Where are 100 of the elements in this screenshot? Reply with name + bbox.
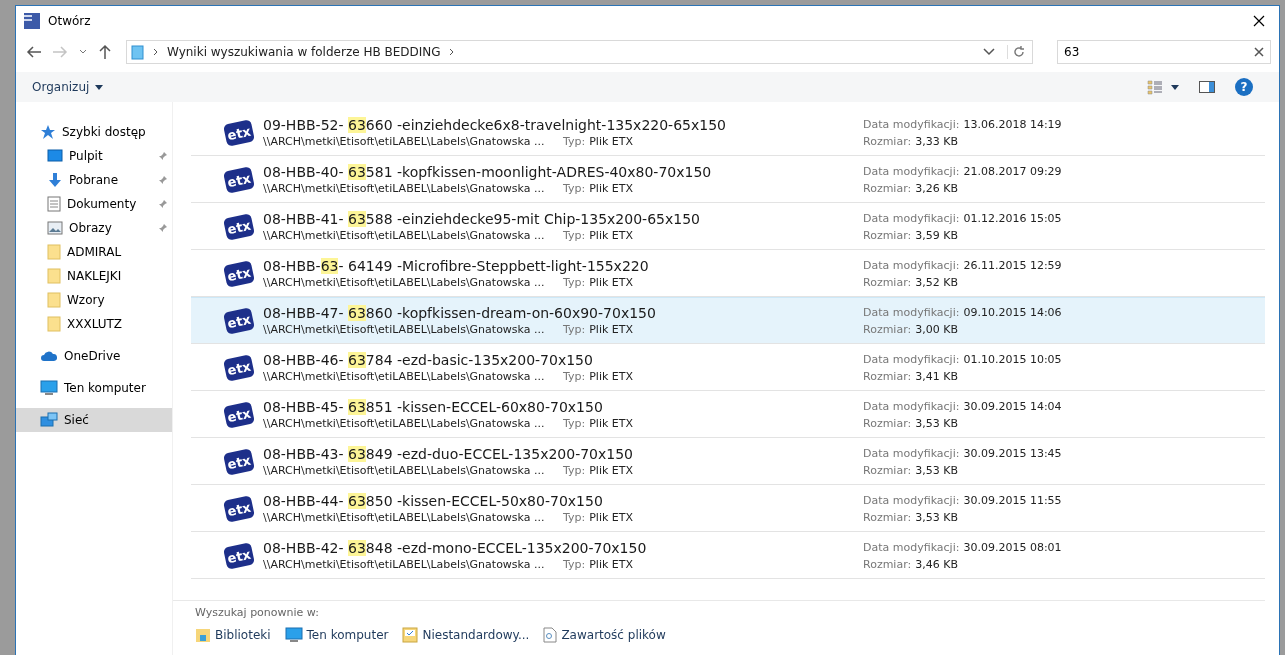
file-row[interactable]: etx 08-HBB-40- 63581 -kopfkissen-moonlight-ADRES-40x80-70x150 \\ARCH\metki\Etisoft\etiLABEL\Labels\Gnatowska ... Typ: Plik ETX Data modyfikacji: 21.08.2017 09:29 Rozmiar: 3,26 KB — [191, 156, 1265, 203]
file-row[interactable]: etx 08-HBB-45- 63851 -kissen-ECCEL-60x80-70x150 \\ARCH\metki\Etisoft\etiLABEL\Labels\Gnatowska ... Typ: Plik ETX Data modyfikacji: 30.09.2015 14:04 Rozmiar: 3,53 KB — [191, 391, 1265, 438]
clear-icon[interactable] — [1254, 47, 1264, 57]
file-size: 3,52 KB — [915, 275, 958, 289]
network-icon — [40, 412, 58, 428]
modified-date: 30.09.2015 08:01 — [963, 540, 1062, 554]
type-label: Typ: — [563, 182, 586, 195]
size-label: Rozmiar: — [863, 134, 912, 148]
search-location-link[interactable]: Biblioteki — [195, 627, 271, 643]
modified-date: 30.09.2015 14:04 — [963, 399, 1062, 413]
help-button[interactable]: ? — [1235, 78, 1253, 96]
search-field[interactable]: 63 — [1057, 40, 1271, 64]
file-name: 08-HBB-63- 64149 -Microfibre-Steppbett-light-155x220 — [263, 258, 649, 274]
file-row[interactable]: etx 08-HBB-46- 63784 -ezd-basic-135x200-70x150 \\ARCH\metki\Etisoft\etiLABEL\Labels\Gnatowska ... Typ: Plik ETX Data modyfikacji: 01.10.2015 10:05 Rozmiar: 3,41 KB — [191, 344, 1265, 391]
file-size: 3,41 KB — [915, 369, 958, 383]
chevron-right-icon[interactable] — [448, 48, 455, 56]
folder-icon — [47, 316, 61, 332]
type-label: Typ: — [563, 135, 586, 148]
search-location-link[interactable]: Zawartość plików — [543, 627, 666, 643]
modified-date: 09.10.2015 14:06 — [963, 305, 1062, 319]
modified-date: 13.06.2018 14:19 — [963, 117, 1062, 131]
nav-item[interactable]: Wzory — [16, 288, 172, 312]
organize-menu-button[interactable]: Organizuj — [32, 80, 104, 94]
nav-item[interactable]: NAKLEJKI — [16, 264, 172, 288]
star-icon — [40, 124, 56, 140]
date-label: Data modyfikacji: — [863, 258, 960, 272]
file-path: \\ARCH\metki\Etisoft\etiLABEL\Labels\Gnatowska ... — [263, 511, 546, 524]
back-button[interactable] — [24, 45, 44, 59]
close-icon — [1253, 15, 1265, 27]
file-type: Plik ETX — [589, 511, 634, 524]
file-name: 08-HBB-42- 63848 -ezd-mono-ECCEL-135x200-70x150 — [263, 540, 647, 556]
file-path: \\ARCH\metki\Etisoft\etiLABEL\Labels\Gnatowska ... — [263, 135, 546, 148]
size-label: Rozmiar: — [863, 369, 912, 383]
nav-item[interactable]: Pulpit — [16, 144, 172, 168]
file-row[interactable]: etx 08-HBB-41- 63588 -einziehdecke95-mit Chip-135x200-65x150 \\ARCH\metki\Etisoft\etiLABEL\Labels\Gnatowska ... Typ: Plik ETX Data modyfikacji: 01.12.2016 15:05 Rozmiar: 3,59 KB — [191, 203, 1265, 250]
file-row[interactable]: etx 08-HBB-44- 63850 -kissen-ECCEL-50x80-70x150 \\ARCH\metki\Etisoft\etiLABEL\Labels\Gnatowska ... Typ: Plik ETX Data modyfikacji: 30.09.2015 11:55 Rozmiar: 3,53 KB — [191, 485, 1265, 532]
date-label: Data modyfikacji: — [863, 446, 960, 460]
file-name: 08-HBB-40- 63581 -kopfkissen-moonlight-ADRES-40x80-70x150 — [263, 164, 712, 180]
search-location-link[interactable]: Niestandardowy... — [402, 627, 530, 643]
file-name: 08-HBB-45- 63851 -kissen-ECCEL-60x80-70x150 — [263, 399, 604, 415]
file-type: Plik ETX — [589, 558, 634, 571]
file-path: \\ARCH\metki\Etisoft\etiLABEL\Labels\Gnatowska ... — [263, 464, 546, 477]
modified-date: 30.09.2015 13:45 — [963, 446, 1062, 460]
nav-item[interactable]: OneDrive — [16, 344, 172, 368]
file-row[interactable]: etx 08-HBB-47- 63860 -kopfkissen-dream-on-60x90-70x150 \\ARCH\metki\Etisoft\etiLABEL\Labels\Gnatowska ... Typ: Plik ETX Data modyfikacji: 09.10.2015 14:06 Rozmiar: 3,00 KB — [191, 297, 1265, 344]
file-path: \\ARCH\metki\Etisoft\etiLABEL\Labels\Gnatowska ... — [263, 417, 546, 430]
file-size: 3,53 KB — [915, 510, 958, 524]
size-label: Rozmiar: — [863, 181, 912, 195]
document-search-icon — [543, 627, 558, 643]
date-label: Data modyfikacji: — [863, 305, 960, 319]
address-bar[interactable]: Wyniki wyszukiwania w folderze HB BEDDING — [126, 40, 1033, 64]
size-label: Rozmiar: — [863, 510, 912, 524]
file-row[interactable]: etx 08-HBB-42- 63848 -ezd-mono-ECCEL-135x200-70x150 \\ARCH\metki\Etisoft\etiLABEL\Labels\Gnatowska ... Typ: Plik ETX Data modyfikacji: 30.09.2015 08:01 Rozmiar: 3,46 KB — [191, 532, 1265, 579]
file-row[interactable]: etx 09-HBB-52- 63660 -einziehdecke6x8-travelnight-135x220-65x150 \\ARCH\metki\Etisoft\etiLABEL\Labels\Gnatowska ... Typ: Plik ETX Data modyfikacji: 13.06.2018 14:19 Rozmiar: 3,33 KB — [191, 109, 1265, 156]
file-type: Plik ETX — [589, 323, 634, 336]
chevron-down-icon[interactable] — [983, 48, 995, 56]
file-path: \\ARCH\metki\Etisoft\etiLABEL\Labels\Gnatowska ... — [263, 182, 546, 195]
nav-item[interactable]: Obrazy — [16, 216, 172, 240]
nav-item[interactable]: Dokumenty — [16, 192, 172, 216]
modified-date: 01.10.2015 10:05 — [963, 352, 1062, 366]
file-row[interactable]: etx 08-HBB-43- 63849 -ezd-duo-ECCEL-135x200-70x150 \\ARCH\metki\Etisoft\etiLABEL\Labels\Gnatowska ... Typ: Plik ETX Data modyfikacji: 30.09.2015 13:45 Rozmiar: 3,53 KB — [191, 438, 1265, 485]
date-label: Data modyfikacji: — [863, 211, 960, 225]
nav-item[interactable]: XXXLUTZ — [16, 312, 172, 336]
nav-item[interactable]: Ten komputer — [16, 376, 172, 400]
file-size: 3,00 KB — [915, 322, 958, 336]
nav-item[interactable]: Szybki dostęp — [16, 120, 172, 144]
folder-icon — [47, 292, 61, 308]
nav-item[interactable]: Sieć — [16, 408, 172, 432]
size-label: Rozmiar: — [863, 322, 912, 336]
file-path: \\ARCH\metki\Etisoft\etiLABEL\Labels\Gnatowska ... — [263, 229, 546, 242]
library-folder-icon — [195, 627, 211, 643]
caret-icon — [1171, 84, 1179, 90]
app-logo-icon — [24, 13, 40, 29]
file-type: Plik ETX — [589, 276, 634, 289]
file-name: 09-HBB-52- 63660 -einziehdecke6x8-travelnight-135x220-65x150 — [263, 117, 726, 133]
file-name: 08-HBB-47- 63860 -kopfkissen-dream-on-60x90-70x150 — [263, 305, 656, 321]
date-label: Data modyfikacji: — [863, 540, 960, 554]
modified-date: 21.08.2017 09:29 — [963, 164, 1062, 178]
nav-item[interactable]: Pobrane — [16, 168, 172, 192]
modified-date: 26.11.2015 12:59 — [963, 258, 1062, 272]
breadcrumb[interactable]: Wyniki wyszukiwania w folderze HB BEDDING — [167, 45, 441, 59]
file-name: 08-HBB-43- 63849 -ezd-duo-ECCEL-135x200-70x150 — [263, 446, 634, 462]
computer-icon — [284, 627, 303, 643]
picture-icon — [47, 221, 63, 235]
type-label: Typ: — [563, 417, 586, 430]
search-location-link[interactable]: Ten komputer — [284, 627, 389, 643]
type-label: Typ: — [563, 558, 586, 571]
computer-icon — [40, 380, 58, 396]
type-label: Typ: — [563, 276, 586, 289]
date-label: Data modyfikacji: — [863, 164, 960, 178]
folder-icon — [47, 268, 61, 284]
refresh-icon[interactable] — [1007, 45, 1026, 59]
nav-item[interactable]: ADMIRAL — [16, 240, 172, 264]
details-view-icon — [1147, 79, 1163, 95]
folder-icon — [47, 244, 61, 260]
size-label: Rozmiar: — [863, 416, 912, 430]
window-title: Otwórz — [48, 14, 92, 28]
file-type: Plik ETX — [589, 182, 634, 195]
file-name: 08-HBB-46- 63784 -ezd-basic-135x200-70x150 — [263, 352, 594, 368]
size-label: Rozmiar: — [863, 557, 912, 571]
